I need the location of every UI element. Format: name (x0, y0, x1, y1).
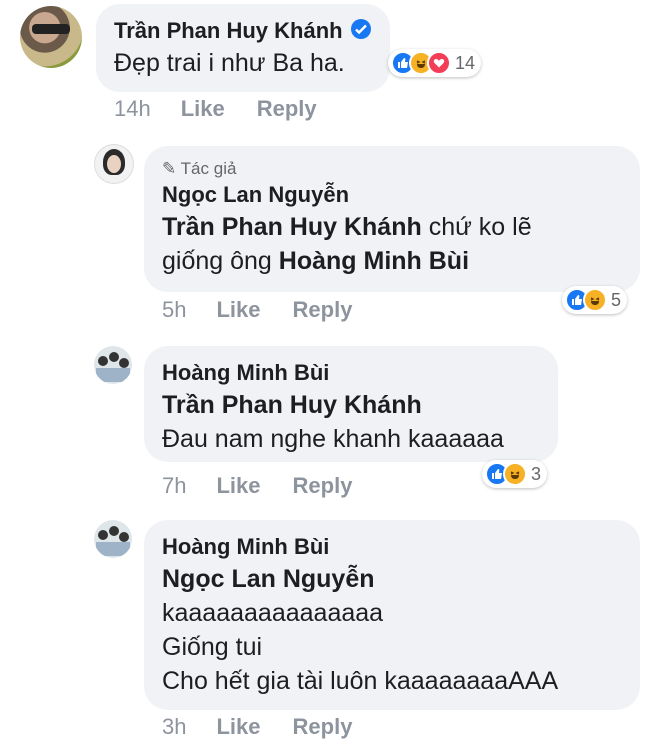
like-button[interactable]: Like (216, 473, 260, 499)
comment-text: kaaaaaaaaaaaaaaa (162, 599, 384, 627)
comment-author[interactable]: Hoàng Minh Bùi (162, 358, 540, 388)
reply-button[interactable]: Reply (257, 96, 317, 122)
comment-bubble-2: ✎ Tác giả Ngọc Lan Nguyễn Trần Phan Huy … (144, 146, 640, 292)
comment-text: Đau nam nghe khanh kaaaaaa (162, 425, 504, 453)
like-button[interactable]: Like (216, 714, 260, 740)
like-button[interactable]: Like (216, 297, 260, 323)
haha-icon (583, 288, 607, 312)
comment-author[interactable]: Trần Phan Huy Khánh (114, 16, 343, 46)
reaction-summary[interactable]: 14 (388, 49, 482, 77)
avatar-hoang-minh-bui[interactable] (94, 520, 132, 558)
comment-bubble-1: Trần Phan Huy Khánh Đẹp trai i như Ba ha… (96, 4, 390, 92)
avatar-tran-phan-huy-khanh[interactable] (20, 6, 82, 68)
reaction-count: 14 (455, 52, 476, 73)
comment-actions: 5h Like Reply (162, 297, 352, 323)
comment-actions: 7h Like Reply (162, 473, 352, 499)
comment-text: Cho hết gia tài luôn kaaaaaaaaAAA (162, 667, 559, 695)
mention-link[interactable]: Ngọc Lan Nguyễn (162, 562, 622, 596)
verified-badge-icon (350, 18, 371, 44)
comment-author[interactable]: Ngọc Lan Nguyễn (162, 180, 622, 210)
mention-link[interactable]: Trần Phan Huy Khánh (162, 213, 422, 241)
haha-icon (503, 462, 527, 486)
comment-actions: 14h Like Reply (114, 96, 317, 122)
reaction-count: 5 (611, 289, 622, 310)
comment-author[interactable]: Hoàng Minh Bùi (162, 532, 622, 562)
comment-text: Đẹp trai i như Ba ha. (114, 49, 345, 77)
comment-bubble-3: Hoàng Minh Bùi Trần Phan Huy Khánh Đau n… (144, 346, 558, 462)
comment-time[interactable]: 3h (162, 714, 186, 740)
love-icon (427, 51, 451, 75)
reply-button[interactable]: Reply (293, 473, 353, 499)
reaction-summary[interactable]: 5 (562, 286, 628, 314)
comment-actions: 3h Like Reply (162, 714, 352, 740)
like-button[interactable]: Like (181, 96, 225, 122)
avatar-hoang-minh-bui[interactable] (94, 346, 132, 384)
comment-time[interactable]: 14h (114, 96, 151, 122)
avatar-ngoc-lan-nguyen[interactable] (94, 144, 134, 184)
comment-text: Trần Phan Huy Khánh chứ ko lẽ (162, 213, 532, 241)
comment-bubble-4: Hoàng Minh Bùi Ngọc Lan Nguyễn kaaaaaaaa… (144, 520, 640, 710)
comment-time[interactable]: 5h (162, 297, 186, 323)
reply-button[interactable]: Reply (293, 714, 353, 740)
reaction-summary[interactable]: 3 (482, 460, 548, 488)
author-badge: ✎ Tác giả (162, 159, 237, 178)
mention-link[interactable]: Hoàng Minh Bùi (279, 247, 469, 275)
comment-time[interactable]: 7h (162, 473, 186, 499)
sunglasses (32, 24, 70, 34)
comment-text: giống ông Hoàng Minh Bùi (162, 247, 470, 275)
reply-button[interactable]: Reply (293, 297, 353, 323)
reaction-count: 3 (531, 463, 542, 484)
comment-text: Giống tui (162, 633, 263, 661)
mention-link[interactable]: Trần Phan Huy Khánh (162, 388, 540, 422)
pencil-icon: ✎ (162, 159, 177, 178)
